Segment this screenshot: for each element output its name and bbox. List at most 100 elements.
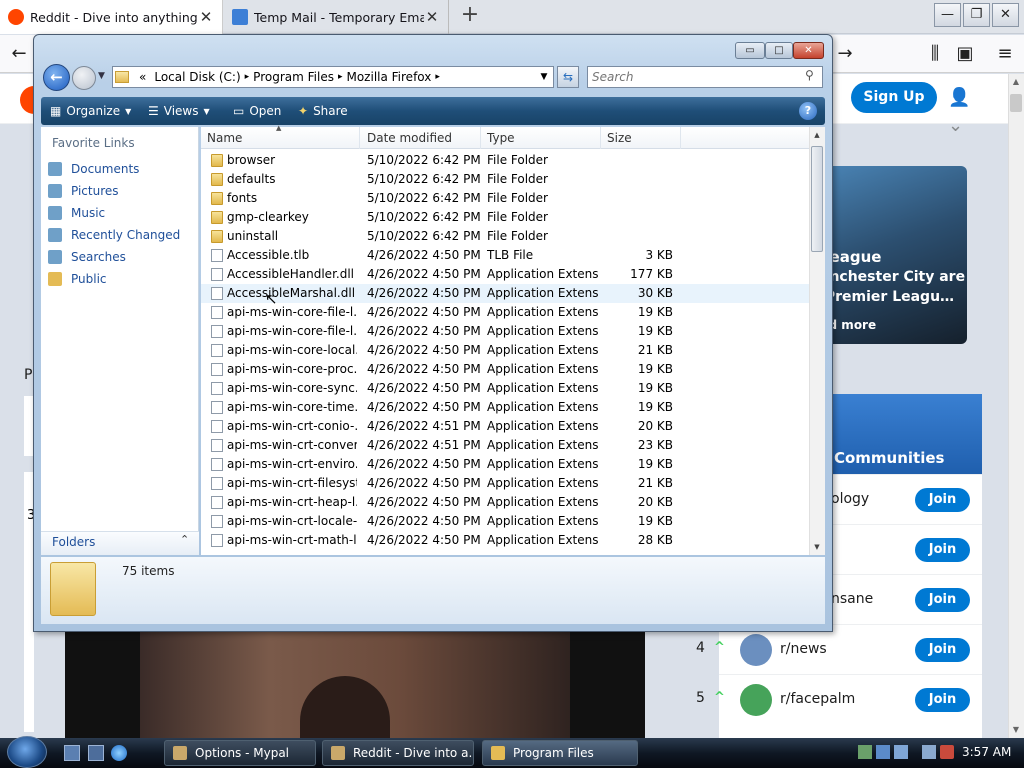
switch-windows-icon[interactable] [88, 745, 104, 761]
new-tab-button[interactable]: + [458, 4, 482, 28]
favorite-recently-changed[interactable]: Recently Changed [48, 225, 180, 245]
file-row[interactable]: api-ms-win-crt-conio-... 4/26/2022 4:51 P… [201, 417, 809, 436]
explorer-close-button[interactable]: ✕ [793, 42, 824, 59]
scroll-up-icon[interactable]: ▲ [1008, 74, 1024, 90]
sidebar-icon[interactable]: ▣ [952, 41, 978, 67]
history-dropdown-icon[interactable]: ▼ [98, 71, 105, 81]
browser-minimize-button[interactable]: — [934, 3, 961, 27]
join-button[interactable]: Join [915, 638, 970, 662]
tab-reddit[interactable]: Reddit - Dive into anything ✕ [0, 0, 223, 34]
organize-button[interactable]: ▦ Organize ▼ [50, 97, 131, 125]
favorite-documents[interactable]: Documents [48, 159, 139, 179]
file-row[interactable]: api-ms-win-crt-heap-l... 4/26/2022 4:50 P… [201, 493, 809, 512]
file-row[interactable]: api-ms-win-core-sync... 4/26/2022 4:50 PM… [201, 379, 809, 398]
column-size[interactable]: Size [601, 127, 681, 149]
explorer-forward-button[interactable] [72, 66, 96, 90]
scroll-thumb[interactable] [811, 146, 823, 252]
scroll-down-icon[interactable]: ▼ [809, 540, 825, 554]
explorer-maximize-button[interactable]: □ [765, 42, 793, 59]
file-row[interactable]: gmp-clearkey 5/10/2022 6:42 PM File Folder [201, 208, 809, 227]
file-date-modified: 4/26/2022 4:51 PM [367, 419, 481, 433]
file-row[interactable]: api-ms-win-crt-conver... 4/26/2022 4:51 P… [201, 436, 809, 455]
sign-up-button[interactable]: Sign Up [851, 82, 937, 113]
file-row[interactable]: api-ms-win-core-time... 4/26/2022 4:50 PM… [201, 398, 809, 417]
user-menu-icon[interactable]: 👤 ⌄ [948, 84, 988, 136]
scroll-down-icon[interactable]: ▼ [1008, 722, 1024, 738]
file-row[interactable]: AccessibleMarshal.dll 4/26/2022 4:50 PM Ap… [201, 284, 809, 303]
scroll-thumb[interactable] [1010, 94, 1022, 112]
tray-network-icon[interactable] [858, 745, 872, 759]
share-button[interactable]: ✦ Share [298, 97, 348, 125]
explorer-back-button[interactable]: ← [43, 64, 70, 91]
file-row[interactable]: Accessible.tlb 4/26/2022 4:50 PM TLB File 3… [201, 246, 809, 265]
close-tab-icon[interactable]: ✕ [424, 8, 440, 26]
address-bar[interactable]: « Local Disk (C:) ▸ Program Files ▸ Mozi… [112, 66, 554, 88]
help-icon[interactable]: ? [799, 102, 817, 120]
task-program-files[interactable]: Program Files [482, 740, 638, 766]
column-type[interactable]: Type [481, 127, 601, 149]
explorer-minimize-button[interactable]: ▭ [735, 42, 765, 59]
page-scrollbar[interactable] [1008, 74, 1024, 738]
scroll-up-icon[interactable]: ▲ [809, 128, 825, 142]
breadcrumb-program-files[interactable]: Program Files [253, 70, 334, 84]
breadcrumb-local-disk[interactable]: Local Disk (C:) [154, 70, 240, 84]
show-desktop-icon[interactable] [64, 745, 80, 761]
refresh-icon[interactable]: ⇆ [557, 66, 579, 88]
forward-arrow-icon[interactable]: → [832, 41, 858, 67]
file-row[interactable]: api-ms-win-core-file-l... 4/26/2022 4:50 … [201, 303, 809, 322]
chevron-up-icon[interactable]: ⌃ [180, 533, 189, 546]
favorite-public[interactable]: Public [48, 269, 107, 289]
browser-close-button[interactable]: ✕ [992, 3, 1019, 27]
breadcrumb-mozilla-firefox[interactable]: Mozilla Firefox [346, 70, 431, 84]
tray-display-icon[interactable] [876, 745, 890, 759]
breadcrumb-separator-icon[interactable]: ▸ [338, 72, 343, 82]
favorite-pictures[interactable]: Pictures [48, 181, 119, 201]
back-arrow-icon[interactable]: ← [6, 41, 32, 67]
file-row[interactable]: api-ms-win-crt-math-l... 4/26/2022 4:50 P… [201, 531, 809, 550]
join-button[interactable]: Join [915, 688, 970, 712]
file-row[interactable]: api-ms-win-crt-filesyst... 4/26/2022 4:50… [201, 474, 809, 493]
search-box[interactable] [587, 66, 823, 88]
tray-monitor-icon[interactable] [922, 745, 936, 759]
file-row[interactable]: uninstall 5/10/2022 6:42 PM File Folder [201, 227, 809, 246]
views-button[interactable]: ☰ Views ▼ [148, 97, 210, 125]
folders-label[interactable]: Folders [52, 535, 95, 549]
file-row[interactable]: AccessibleHandler.dll 4/26/2022 4:50 PM Ap… [201, 265, 809, 284]
search-input[interactable] [588, 67, 788, 87]
file-row[interactable]: fonts 5/10/2022 6:42 PM File Folder [201, 189, 809, 208]
search-icon[interactable]: ⚲ [805, 68, 814, 82]
breadcrumb-separator-icon[interactable]: ▸ [245, 72, 250, 82]
favorite-searches[interactable]: Searches [48, 247, 126, 267]
address-dropdown-icon[interactable]: ▼ [535, 67, 553, 87]
browser-restore-button[interactable]: ❐ [963, 3, 990, 27]
join-button[interactable]: Join [915, 538, 970, 562]
file-row[interactable]: api-ms-win-crt-locale-... 4/26/2022 4:50 … [201, 512, 809, 531]
file-row[interactable]: api-ms-win-core-local... 4/26/2022 4:50 P… [201, 341, 809, 360]
volume-muted-icon[interactable] [940, 745, 954, 759]
tray-app-icon[interactable] [894, 745, 908, 759]
start-button[interactable] [7, 736, 47, 768]
file-row[interactable]: api-ms-win-core-proc... 4/26/2022 4:50 PM… [201, 360, 809, 379]
address-overflow-chevron[interactable]: « [139, 70, 146, 84]
favorite-music[interactable]: Music [48, 203, 105, 223]
close-tab-icon[interactable]: ✕ [198, 8, 214, 26]
file-row[interactable]: browser 5/10/2022 6:42 PM File Folder [201, 151, 809, 170]
breadcrumb-separator-icon[interactable]: ▸ [435, 72, 440, 82]
file-row[interactable]: defaults 5/10/2022 6:42 PM File Folder [201, 170, 809, 189]
task-reddit[interactable]: Reddit - Dive into a... [322, 740, 474, 766]
tab-temp-mail[interactable]: Temp Mail - Temporary Email ✕ [224, 0, 449, 34]
join-button[interactable]: Join [915, 488, 970, 512]
join-button[interactable]: Join [915, 588, 970, 612]
column-date-modified[interactable]: Date modified [361, 127, 481, 149]
community-row-facepalm[interactable]: 5 ^ r/facepalm Join [696, 674, 982, 724]
community-name[interactable]: r/news [780, 641, 827, 657]
clock[interactable]: 3:57 AM [962, 745, 1011, 759]
task-options-mypal[interactable]: Options - Mypal [164, 740, 316, 766]
library-icon[interactable]: ⫼ [922, 41, 948, 67]
community-name[interactable]: r/facepalm [780, 691, 855, 707]
file-row[interactable]: api-ms-win-core-file-l... 4/26/2022 4:50 … [201, 322, 809, 341]
menu-icon[interactable]: ≡ [992, 41, 1018, 67]
internet-explorer-icon[interactable] [111, 745, 127, 761]
file-row[interactable]: api-ms-win-crt-enviro... 4/26/2022 4:50 P… [201, 455, 809, 474]
open-button[interactable]: ▭ Open [233, 97, 281, 125]
